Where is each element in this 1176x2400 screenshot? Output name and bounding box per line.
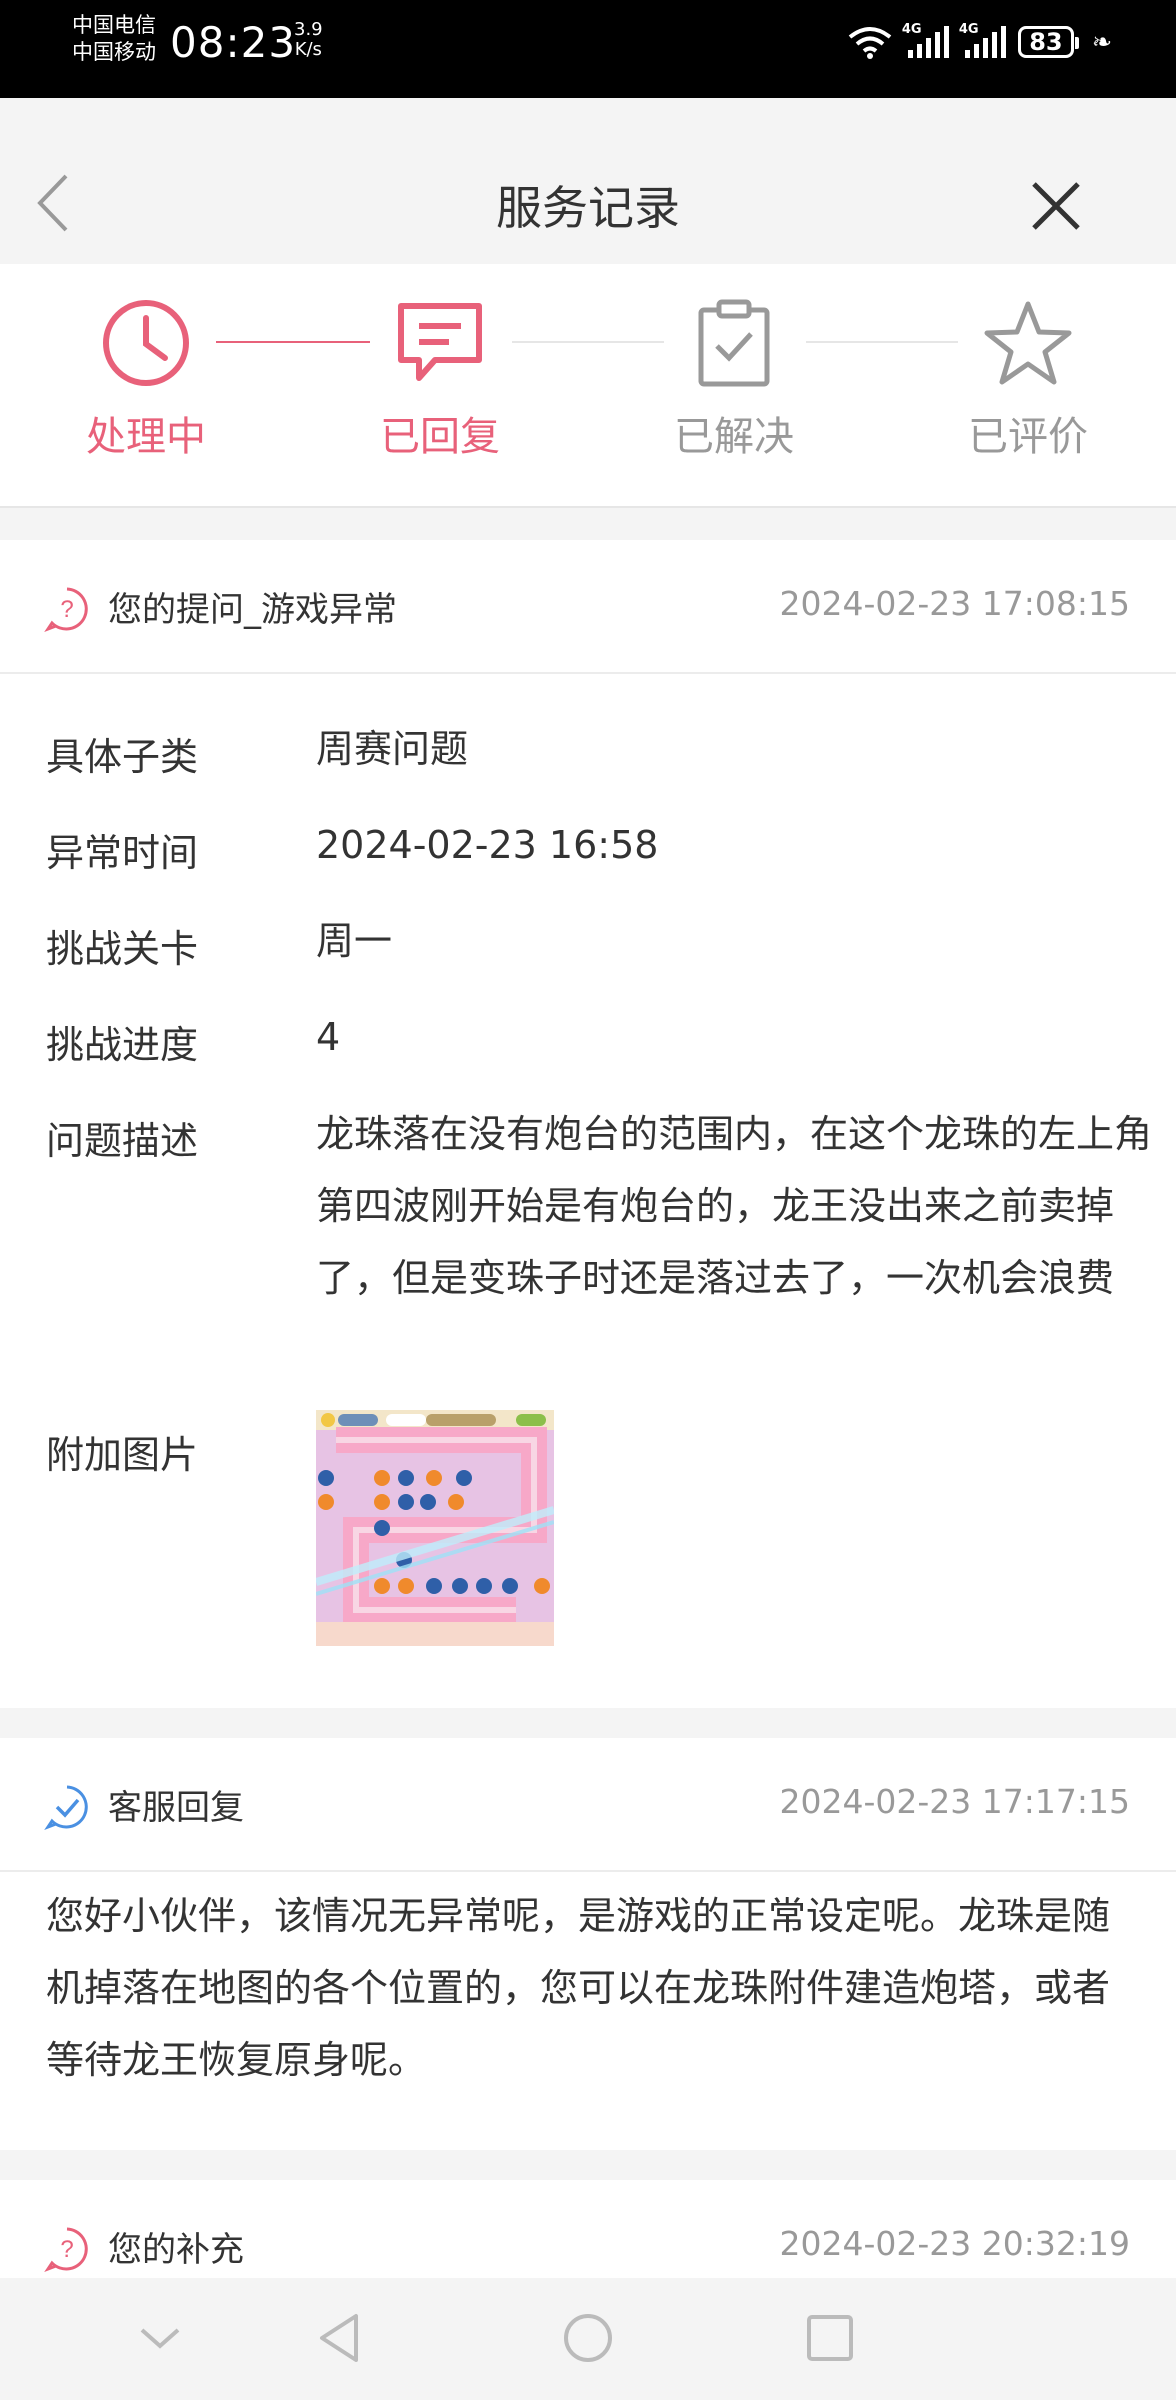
system-nav-bar xyxy=(0,2278,1176,2400)
field-key: 异常时间 xyxy=(46,831,199,875)
page-title: 服务记录 xyxy=(496,181,680,235)
supplement-title: 您的补充 xyxy=(108,2230,244,2270)
question-title: 您的提问_游戏异常 xyxy=(108,590,397,630)
signal-icon-2: 4G xyxy=(959,22,1006,58)
nav-back-icon[interactable] xyxy=(312,2308,372,2368)
field-value: 4 xyxy=(316,1015,341,1059)
step-rated: 已评价 xyxy=(928,298,1128,462)
progress-steps: 处理中 已回复 已解决 已评价 xyxy=(0,264,1176,508)
nav-home-icon[interactable] xyxy=(558,2308,618,2368)
clock-icon xyxy=(103,300,189,386)
field-key: 挑战关卡 xyxy=(46,927,199,971)
status-icons: 4G 4G 83 ❧ xyxy=(848,22,1112,62)
star-icon xyxy=(984,301,1072,385)
status-bar: 中国电信 中国移动 08:23 3.9 K/s 4G 4G 83 ❧ xyxy=(0,0,1176,98)
chevron-down-icon[interactable] xyxy=(130,2308,190,2368)
question-icon: ? xyxy=(44,2227,88,2272)
clipboard-check-icon xyxy=(698,299,770,387)
step-label: 已回复 xyxy=(380,414,500,460)
reply-header: 客服回复 2024-02-23 17:17:15 xyxy=(0,1738,1176,1872)
attachment-thumbnail[interactable] xyxy=(316,1410,554,1646)
supplement-card: ? 您的补充 2024-02-23 20:32:19 xyxy=(0,2180,1176,2278)
question-time: 2024-02-23 17:08:15 xyxy=(779,584,1130,623)
field-key: 问题描述 xyxy=(46,1119,199,1163)
network-type-1: 4G xyxy=(901,22,922,37)
field-key: 附加图片 xyxy=(46,1433,199,1477)
battery-level: 83 xyxy=(1029,28,1063,56)
reply-text: 您好小伙伴，该情况无异常呢，是游戏的正常设定呢。龙珠是随机掉落在地图的各个位置的… xyxy=(46,1894,1111,2082)
step-processing: 处理中 xyxy=(46,298,246,462)
wifi-icon xyxy=(848,27,892,59)
field-value: 周一 xyxy=(316,919,393,963)
carrier-2: 中国移动 xyxy=(72,40,156,64)
step-replied: 已回复 xyxy=(340,298,540,462)
network-type-2: 4G xyxy=(958,22,979,37)
step-resolved: 已解决 xyxy=(634,298,834,462)
network-speed: 3.9 K/s xyxy=(294,20,323,60)
carrier-info: 中国电信 中国移动 xyxy=(72,12,156,66)
nav-recents-icon[interactable] xyxy=(800,2308,860,2368)
question-icon: ? xyxy=(44,587,88,632)
field-value: 周赛问题 xyxy=(316,727,469,771)
question-header: ? 您的提问_游戏异常 2024-02-23 17:08:15 xyxy=(0,540,1176,674)
carrier-1: 中国电信 xyxy=(72,13,156,37)
reply-time: 2024-02-23 17:17:15 xyxy=(779,1782,1130,1821)
field-key: 具体子类 xyxy=(46,735,199,779)
page: 中国电信 中国移动 08:23 3.9 K/s 4G 4G 83 ❧ 服务记录 … xyxy=(0,0,1176,2400)
signal-icon-1: 4G xyxy=(902,22,949,58)
speed-unit: K/s xyxy=(294,39,322,60)
field-value: 2024-02-23 16:58 xyxy=(316,823,659,867)
field-value: 龙珠落在没有炮台的范围内，在这个龙珠的左上角第四波刚开始是有炮台的，龙王没出来之… xyxy=(316,1112,1153,1300)
battery-icon: 83 xyxy=(1017,26,1079,58)
step-label: 已评价 xyxy=(968,414,1088,460)
clock: 08:23 xyxy=(170,18,297,67)
nav-bar: 服务记录 xyxy=(0,98,1176,264)
chat-bubble-icon xyxy=(398,303,482,381)
close-icon[interactable] xyxy=(1028,178,1084,234)
step-label: 处理中 xyxy=(86,414,206,460)
supplement-time: 2024-02-23 20:32:19 xyxy=(779,2224,1130,2263)
speed-value: 3.9 xyxy=(294,19,323,40)
field-key: 挑战进度 xyxy=(46,1023,199,1067)
step-label: 已解决 xyxy=(674,414,794,460)
reply-title: 客服回复 xyxy=(108,1788,244,1828)
leaf-icon: ❧ xyxy=(1091,28,1112,56)
svg-text:?: ? xyxy=(60,596,73,623)
check-circle-icon xyxy=(44,1785,88,1830)
svg-text:?: ? xyxy=(60,2236,73,2263)
